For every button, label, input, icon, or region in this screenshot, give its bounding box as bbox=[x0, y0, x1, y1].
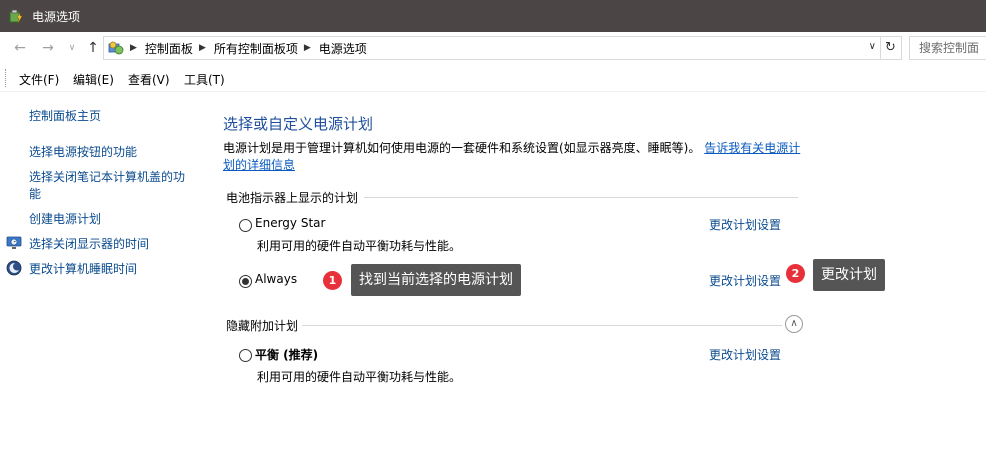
menu-view[interactable]: 查看(V) bbox=[128, 71, 170, 88]
up-arrow-icon[interactable]: ↑ bbox=[85, 40, 101, 56]
plan-name-always[interactable]: Always bbox=[255, 272, 297, 286]
divider bbox=[302, 325, 782, 326]
collapse-chevron-icon[interactable]: ∧ bbox=[785, 315, 803, 333]
nav-create-power-plan[interactable]: 创建电源计划 bbox=[29, 210, 101, 228]
annotation-badge-1: 1 bbox=[323, 271, 342, 290]
sleep-icon bbox=[6, 260, 22, 276]
learn-more-link[interactable]: 告诉我有关电源计 bbox=[704, 141, 800, 155]
back-arrow-icon[interactable]: ← bbox=[12, 40, 28, 56]
breadcrumb-power-options[interactable]: 电源选项 bbox=[319, 40, 367, 57]
plan-radio-always[interactable] bbox=[239, 275, 252, 288]
breadcrumb-separator-icon: ▶ bbox=[130, 43, 137, 53]
annotation-tooltip-1: 找到当前选择的电源计划 bbox=[351, 264, 521, 296]
window-title: 电源选项 bbox=[32, 9, 81, 24]
page-description: 电源计划是用于管理计算机如何使用电源的一套硬件和系统设置(如显示器亮度、睡眠等)… bbox=[223, 140, 803, 174]
address-row: ← → ∨ ↑ ▶ 控制面板 ▶ 所有控制面板项 ▶ 电源选项 ∨ ↻ 搜索控制… bbox=[0, 32, 986, 64]
address-dropdown-icon[interactable]: ∨ bbox=[869, 41, 876, 52]
nav-control-panel-home[interactable]: 控制面板主页 bbox=[29, 107, 101, 125]
nav-lid-close-function[interactable]: 选择关闭笔记本计算机盖的功 bbox=[29, 168, 185, 186]
power-options-icon bbox=[9, 9, 23, 24]
annotation-tooltip-2: 更改计划 bbox=[813, 259, 885, 291]
control-panel-icon bbox=[108, 41, 124, 55]
search-input[interactable]: 搜索控制面 bbox=[909, 36, 986, 60]
menu-tools[interactable]: 工具(T) bbox=[184, 71, 225, 88]
title-bar: 电源选项 bbox=[0, 0, 986, 32]
breadcrumb-all-items[interactable]: 所有控制面板项 bbox=[214, 40, 298, 57]
breadcrumb-control-panel[interactable]: 控制面板 bbox=[145, 40, 193, 57]
nav-sleep-time[interactable]: 更改计算机睡眠时间 bbox=[29, 260, 137, 278]
annotation-badge-2: 2 bbox=[786, 264, 805, 283]
nav-display-off-time[interactable]: 选择关闭显示器的时间 bbox=[29, 235, 149, 253]
learn-more-link-cont[interactable]: 划的详细信息 bbox=[223, 158, 295, 172]
forward-arrow-icon[interactable]: → bbox=[40, 40, 56, 56]
nav-power-button-function[interactable]: 选择电源按钮的功能 bbox=[29, 143, 137, 161]
menu-edit[interactable]: 编辑(E) bbox=[73, 71, 114, 88]
change-plan-settings-link[interactable]: 更改计划设置 bbox=[709, 346, 781, 363]
nav-lid-close-function-cont[interactable]: 能 bbox=[29, 185, 41, 203]
battery-plans-heading: 电池指示器上显示的计划 bbox=[226, 191, 359, 205]
breadcrumb-separator-icon[interactable]: ▶ bbox=[304, 43, 311, 53]
page-title: 选择或自定义电源计划 bbox=[223, 115, 374, 133]
change-plan-settings-link[interactable]: 更改计划设置 bbox=[709, 272, 781, 289]
plan-description: 利用可用的硬件自动平衡功耗与性能。 bbox=[257, 370, 462, 384]
address-bar[interactable]: ▶ 控制面板 ▶ 所有控制面板项 ▶ 电源选项 ∨ bbox=[103, 36, 881, 60]
recent-dropdown-icon[interactable]: ∨ bbox=[64, 40, 80, 56]
refresh-icon[interactable]: ↻ bbox=[880, 36, 902, 60]
divider bbox=[364, 197, 798, 198]
menu-file[interactable]: 文件(F) bbox=[19, 71, 59, 88]
description-text: 电源计划是用于管理计算机如何使用电源的一套硬件和系统设置(如显示器亮度、睡眠等)… bbox=[223, 141, 701, 155]
monitor-icon bbox=[6, 236, 22, 249]
breadcrumb-separator-icon[interactable]: ▶ bbox=[199, 43, 206, 53]
hidden-plans-heading: 隐藏附加计划 bbox=[226, 319, 299, 333]
menu-grip bbox=[5, 69, 6, 87]
plan-name-energy-star[interactable]: Energy Star bbox=[255, 216, 325, 230]
change-plan-settings-link[interactable]: 更改计划设置 bbox=[709, 216, 781, 233]
plan-name-balanced[interactable]: 平衡 (推荐) bbox=[255, 346, 318, 363]
plan-radio-energy-star[interactable] bbox=[239, 219, 252, 232]
plan-radio-balanced[interactable] bbox=[239, 349, 252, 362]
menu-bar: 文件(F) 编辑(E) 查看(V) 工具(T) bbox=[0, 64, 986, 92]
plan-description: 利用可用的硬件自动平衡功耗与性能。 bbox=[257, 239, 462, 253]
